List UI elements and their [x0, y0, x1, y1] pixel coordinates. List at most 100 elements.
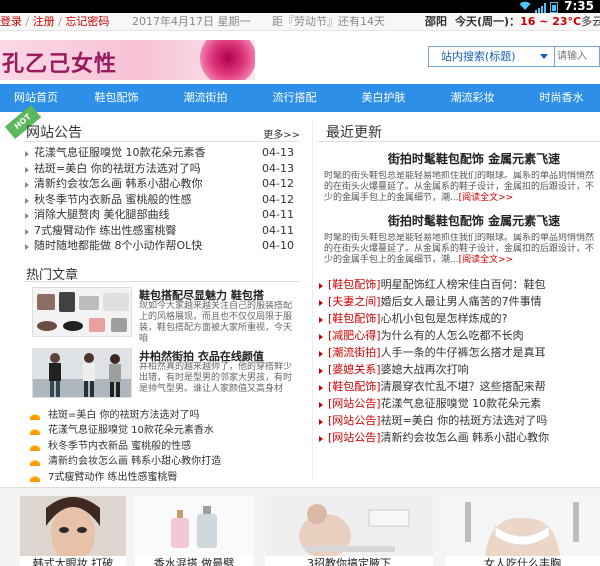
notice-header: HOT 网站公告 更多>>	[4, 104, 300, 142]
category-tag[interactable]: [鞋包配饰]	[328, 278, 381, 291]
notice-more-link[interactable]: 更多>>	[263, 126, 300, 141]
logo-text: 孔乙己女性	[2, 51, 118, 77]
column-divider	[312, 118, 313, 480]
list-item[interactable]: 祛斑=美白 你的祛斑方法选对了吗 04-13	[24, 161, 300, 177]
latest-list: [鞋包配饰]明星配饰红人榜宋佳白百何：鞋包 [夫妻之间]婚后女人最让男人痛苦的7…	[318, 276, 600, 446]
list-item[interactable]: 秋冬季节内衣新品 蜜桃般的性感	[24, 439, 300, 455]
article-summary: 井柏然真的越来越帅了，他的穿搭鲜少出错，有时是型男的邻家大男孩，有时是帅气型男。…	[139, 361, 293, 394]
article-thumbnail[interactable]	[32, 286, 132, 337]
search-input[interactable]	[557, 48, 600, 65]
category-tag[interactable]: [鞋包配饰]	[328, 312, 381, 325]
list-item[interactable]: [鞋包配饰]心机小包包是怎样炼成的?	[318, 310, 600, 327]
list-item[interactable]: [夫妻之间]婚后女人最让男人痛苦的7件事情	[318, 293, 600, 310]
gallery-image[interactable]	[20, 496, 126, 562]
nav-item-street-style[interactable]: 潮流街拍	[161, 84, 250, 112]
list-item[interactable]: [网站公告]清新约会妆怎么画 韩系小甜心教你	[318, 429, 600, 446]
top-links: 登录 / 注册 / 忘记密码	[0, 15, 110, 28]
category-tag[interactable]: [鞋包配饰]	[328, 380, 381, 393]
read-more-link[interactable]: [阅读全文>>	[459, 193, 514, 203]
list-item[interactable]: 祛斑=美白 你的祛斑方法选对了吗	[24, 408, 300, 424]
site-search: 站内搜索(标题)	[428, 46, 600, 67]
main-nav: 网站首页 鞋包配饰 潮流街拍 流行搭配 美白护肤 潮流彩妆 时尚香水	[0, 84, 600, 112]
list-item[interactable]: [鞋包配饰]明星配饰红人榜宋佳白百何：鞋包	[318, 276, 600, 293]
gallery-caption[interactable]: 3招教你搞定腋下	[265, 555, 433, 566]
list-item[interactable]: 清新约会妆怎么画 韩系小甜心教你 04-12	[24, 176, 300, 192]
weather-temp: 16 ~ 23°C	[520, 15, 582, 28]
featured-post[interactable]: 街拍时髦鞋包配饰 金属元素飞速 时髦的街头鞋包总是能轻易地抓住我们的眼球。属系的…	[318, 212, 600, 266]
hot-articles-list: 祛斑=美白 你的祛斑方法选对了吗 花漾气息征服嗅觉 10款花朵元素香水 秋冬季节…	[24, 408, 300, 486]
list-item[interactable]: [减肥心得]为什么有的人怎么吃都不长肉	[318, 327, 600, 344]
featured-post-title[interactable]: 街拍时髦鞋包配饰 金属元素飞速	[318, 150, 600, 167]
gallery-item[interactable]: 女人吃什么丰胸	[445, 496, 600, 566]
category-tag[interactable]: [婆媳关系]	[328, 363, 381, 376]
latest-title: 最近更新	[326, 125, 382, 141]
category-tag[interactable]: [减肥心得]	[328, 329, 381, 342]
gallery-image[interactable]	[265, 496, 433, 558]
holiday-countdown: 距『劳动节』还有14天	[272, 15, 385, 28]
category-tag[interactable]: [网站公告]	[328, 431, 381, 444]
hot-article[interactable]: 井柏然街拍 衣品在线颜值 井柏然真的越来越帅了，他的穿搭鲜少出错，有时是型男的邻…	[24, 347, 300, 404]
nav-item-outfits[interactable]: 流行搭配	[250, 84, 339, 112]
category-tag[interactable]: [夫妻之间]	[328, 295, 381, 308]
gallery-item[interactable]: 香水混搭 做最劈	[135, 496, 253, 566]
gallery-caption[interactable]: 女人吃什么丰胸	[445, 555, 600, 566]
list-item[interactable]: 花漾气息征服嗅觉 10款花朵元素香水	[24, 423, 300, 439]
weather-info: 今天(周一)：16 ~ 23°C多云	[455, 15, 600, 28]
site-logo[interactable]: 孔乙己女性	[0, 40, 255, 80]
list-item[interactable]: [潮流街拍]人手一条的牛仔裤怎么搭才是真耳	[318, 344, 600, 361]
list-item[interactable]: 消除大腿赘肉 美化腿部曲线 04-11	[24, 207, 300, 223]
nav-item-skincare[interactable]: 美白护肤	[339, 84, 428, 112]
list-item[interactable]: 花漾气息征服嗅觉 10款花朵元素香 04-13	[24, 145, 300, 161]
left-column: HOT 网站公告 更多>> 花漾气息征服嗅觉 10款花朵元素香 04-13 祛斑=…	[4, 104, 300, 486]
list-item[interactable]: 清新约会妆怎么画 韩系小甜心教你打造	[24, 454, 300, 470]
list-item[interactable]: [鞋包配饰]清晨穿衣忙乱不堪？这些搭配来帮	[318, 378, 600, 395]
list-item[interactable]: 随时随地都能做 8个小动作帮OL快 04-10	[24, 238, 300, 254]
battery-icon	[550, 2, 558, 13]
flower-icon	[200, 40, 255, 80]
search-type-select[interactable]: 站内搜索(标题)	[429, 47, 555, 66]
list-item[interactable]: [网站公告]祛斑=美白 你的祛斑方法选对了吗	[318, 412, 600, 429]
gallery-item[interactable]: 韩式大眼妆 打破	[20, 496, 126, 566]
category-tag[interactable]: [潮流街拍]	[328, 346, 381, 359]
device-status-bar: 7:35	[0, 0, 600, 13]
status-clock: 7:35	[564, 0, 594, 13]
featured-post-title[interactable]: 街拍时髦鞋包配饰 金属元素飞速	[318, 212, 600, 229]
gallery-image[interactable]	[135, 496, 253, 556]
featured-post[interactable]: 街拍时髦鞋包配饰 金属元素飞速 时髦的街头鞋包总是能轻易地抓住我们的眼球。属系的…	[318, 150, 600, 204]
article-thumbnail[interactable]	[32, 347, 132, 398]
search-type-label: 站内搜索(标题)	[441, 50, 516, 63]
signal-icon	[535, 2, 546, 13]
read-more-link[interactable]: [阅读全文>>	[459, 255, 514, 265]
current-date: 2017年4月17日 星期一	[132, 15, 251, 28]
featured-post-summary: 时髦的街头鞋包总是能轻易地抓住我们的眼球。属系的单品则悄悄然的在街头火爆蔓延了。…	[324, 171, 595, 203]
nav-item-makeup[interactable]: 潮流彩妆	[428, 84, 517, 112]
right-column: 最近更新 街拍时髦鞋包配饰 金属元素飞速 时髦的街头鞋包总是能轻易地抓住我们的眼…	[318, 118, 600, 446]
featured-post-summary: 时髦的街头鞋包总是能轻易地抓住我们的眼球。属系的单品则悄悄然的在街头火爆蔓延了。…	[324, 233, 595, 265]
image-gallery: 韩式大眼妆 打破 香水混搭 做最劈 3招教你搞定腋下 女人吃什么丰胸	[0, 487, 600, 566]
article-summary: 现如今大家越来越关注自己的服装搭配上的风格展现，而且也不仅仅局限于服装，鞋包搭配…	[139, 300, 293, 344]
gallery-item[interactable]: 3招教你搞定腋下	[265, 496, 433, 566]
weather-condition: 多云	[581, 15, 600, 28]
gallery-image[interactable]	[445, 496, 600, 556]
notice-title: 网站公告	[26, 125, 82, 141]
register-link[interactable]: 注册	[33, 15, 55, 28]
hot-articles-title: 热门文章	[26, 267, 79, 283]
site-header: 孔乙己女性 站内搜索(标题)	[0, 31, 600, 83]
nav-item-shoes-bags[interactable]: 鞋包配饰	[72, 84, 161, 112]
forgot-password-link[interactable]: 忘记密码	[65, 15, 109, 28]
gallery-caption[interactable]: 韩式大眼妆 打破	[20, 555, 126, 566]
weather-city: 邵阳	[425, 15, 447, 28]
nav-item-perfume[interactable]: 时尚香水	[517, 84, 600, 112]
nav-item-home[interactable]: 网站首页	[0, 84, 72, 112]
category-tag[interactable]: [网站公告]	[328, 397, 381, 410]
list-item[interactable]: 7式瘦臂动作 练出性感蜜桃臀	[24, 470, 300, 486]
list-item[interactable]: 7式瘦臂动作 练出性感蜜桃臀 04-11	[24, 223, 300, 239]
list-item[interactable]: [网站公告]花漾气息征服嗅觉 10款花朵元素	[318, 395, 600, 412]
hot-article[interactable]: 鞋包搭配尽显魅力 鞋包搭 现如今大家越来越关注自己的服装搭配上的风格展现，而且也…	[24, 286, 300, 344]
gallery-caption[interactable]: 香水混搭 做最劈	[135, 555, 253, 566]
weather-prefix: 今天(周一)：	[455, 15, 521, 28]
login-link[interactable]: 登录	[0, 15, 22, 28]
category-tag[interactable]: [网站公告]	[328, 414, 381, 427]
list-item[interactable]: [婆媳关系]婆媳大战再次打响	[318, 361, 600, 378]
list-item[interactable]: 秋冬季节内衣新品 蜜桃般的性感 04-12	[24, 192, 300, 208]
